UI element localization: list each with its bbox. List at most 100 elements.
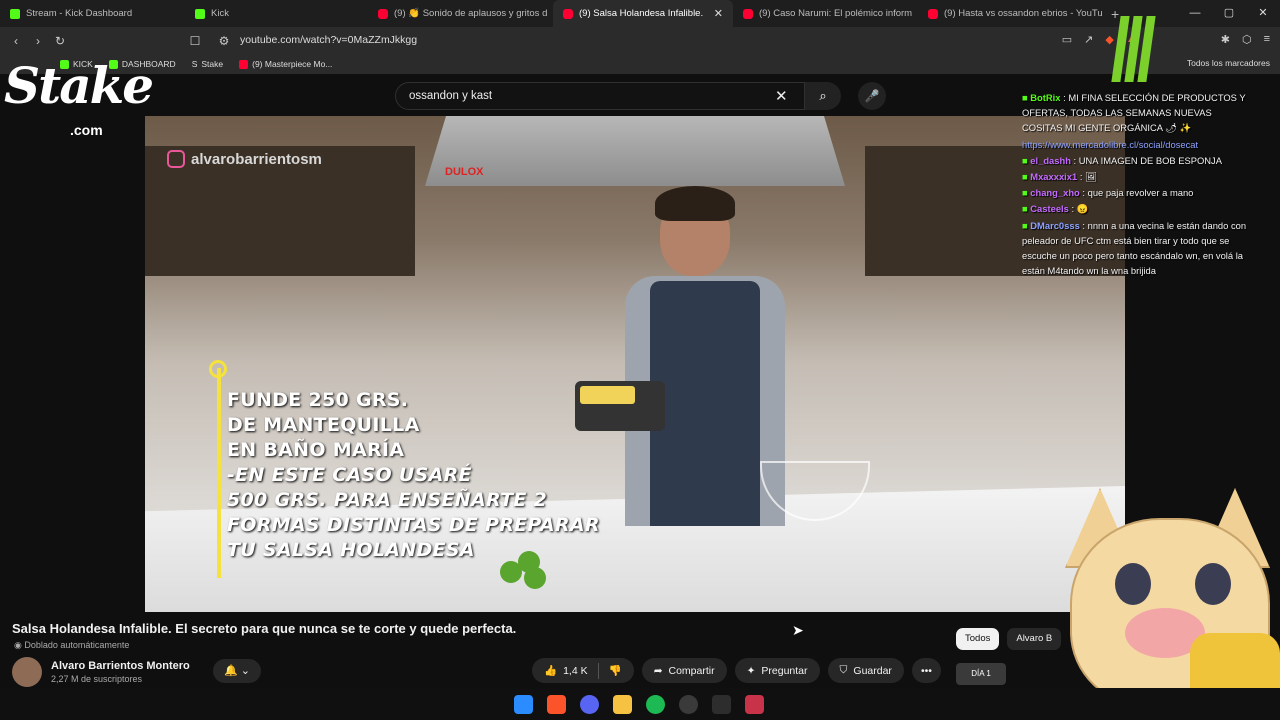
emote-icon: 🖼 — [1085, 171, 1097, 183]
share-button[interactable]: ➦ Compartir — [641, 658, 727, 683]
tab-kick[interactable]: Kick — [185, 0, 368, 27]
back-icon[interactable]: ‹ — [5, 34, 27, 48]
share-icon[interactable]: ↗ — [1084, 33, 1093, 46]
minimize-icon[interactable]: — — [1178, 0, 1212, 27]
chat-message: ■ DMarc0sss : nnnn a una vecina le están… — [1022, 218, 1250, 279]
search-input[interactable]: ossandon y kast — [395, 82, 805, 110]
tab-title: Stream - Kick Dashboard — [26, 8, 133, 19]
youtube-icon — [239, 59, 249, 69]
subscriber-count: 2,27 M de suscriptores — [51, 674, 143, 684]
forward-icon[interactable]: › — [27, 34, 49, 48]
channel-name[interactable]: Alvaro Barrientos Montero — [51, 660, 190, 672]
recommended-thumbnail[interactable]: DÍA 1 — [956, 663, 1006, 685]
youtube-icon — [378, 8, 388, 19]
chat-text: : UNA IMAGEN DE BOB ESPONJA — [1073, 154, 1223, 166]
extensions-icon[interactable]: ✱ — [1221, 33, 1230, 46]
kick-icon — [10, 8, 20, 19]
avatar[interactable] — [12, 657, 42, 687]
tab-caso-narumi[interactable]: (9) Caso Narumi: El polémico inform — [733, 0, 918, 27]
search-button[interactable]: ⌕ — [805, 82, 841, 110]
reload-icon[interactable]: ↻ — [49, 34, 71, 48]
tab-kick-dashboard[interactable]: Stream - Kick Dashboard — [0, 0, 185, 27]
tab-aplausos[interactable]: (9) 👏 Sonido de aplausos y gritos d — [368, 0, 553, 27]
tab-title: Kick — [211, 8, 229, 19]
tab-title: (9) 👏 Sonido de aplausos y gritos d — [394, 8, 548, 19]
obs-icon[interactable] — [679, 695, 698, 714]
more-actions-button[interactable]: ••• — [911, 658, 941, 683]
address-bar-icons: ▭ ↗ ◆ ▲ ✱ ⬡ ≡ — [1062, 33, 1270, 46]
notification-bell-button[interactable]: 🔔 ⌄ — [213, 659, 261, 683]
chat-username: BotRix — [1030, 92, 1061, 103]
share-label: Compartir — [668, 664, 715, 677]
bookmark-save-icon: ⛉ — [839, 664, 848, 676]
range-hood — [425, 116, 845, 186]
filter-chip-todos[interactable]: Todos — [956, 628, 1000, 650]
browser-tab-bar: Stream - Kick Dashboard Kick (9) 👏 Sonid… — [0, 0, 1280, 27]
windows-start-icon[interactable] — [514, 695, 533, 714]
all-bookmarks[interactable]: Todos los marcadores — [1187, 58, 1270, 68]
ask-label: Preguntar — [761, 664, 808, 677]
voice-search-button[interactable]: 🎤 — [858, 82, 886, 110]
close-icon[interactable]: ✕ — [714, 7, 723, 20]
chat-username: DMarc0sss — [1030, 219, 1080, 231]
caption-marker-line — [217, 368, 221, 578]
emote-icon: 😠 — [1076, 203, 1089, 215]
tab-title: (9) Salsa Holandesa Infalible. — [579, 8, 704, 19]
youtube-icon — [743, 8, 753, 19]
video-player[interactable]: DULOX alvarobarrientosm FUNDE 250 GRS. D… — [145, 116, 1125, 612]
file-explorer-icon[interactable] — [613, 695, 632, 714]
ask-button[interactable]: ✦ Preguntar — [734, 658, 820, 683]
cat-avatar-overlay — [1050, 488, 1280, 720]
chat-message: ■ Mxaxxxix1 : 🖼 — [1022, 169, 1250, 184]
site-info-icon[interactable]: ⚙ — [213, 34, 235, 48]
search-value: ossandon y kast — [409, 90, 493, 102]
thumbnail-label: DÍA 1 — [971, 669, 991, 678]
windows-taskbar — [0, 688, 1280, 720]
youtube-icon — [928, 8, 938, 19]
sparkle-icon: ✦ — [746, 664, 756, 677]
share-arrow-icon: ➦ — [653, 664, 663, 677]
menu-icon[interactable]: ≡ — [1264, 33, 1270, 46]
caption-line: -EN ESTE CASO USARÉ — [227, 464, 472, 486]
vpn-icon[interactable]: ⬡ — [1242, 33, 1252, 46]
search-icon: ⌕ — [819, 88, 827, 103]
spotify-icon[interactable] — [646, 695, 665, 714]
bell-icon: 🔔 — [224, 665, 238, 677]
bookmark-masterpiece[interactable]: (9) Masterpiece Mo... — [239, 59, 332, 69]
cast-icon[interactable]: ▭ — [1062, 33, 1072, 46]
address-bar: ‹ › ↻ ☐ ⚙ youtube.com/watch?v=0MaZZmJkkg… — [0, 27, 1280, 54]
chat-message: ■ el_dashh : UNA IMAGEN DE BOB ESPONJA — [1022, 153, 1250, 168]
thumbs-up-icon: 👍 — [544, 665, 558, 677]
video-title: Salsa Holandesa Infalible. El secreto pa… — [12, 621, 517, 636]
clear-search-icon[interactable]: ✕ — [775, 87, 788, 105]
url-field[interactable]: youtube.com/watch?v=0MaZZmJkkgg — [240, 34, 417, 46]
divider — [597, 662, 599, 679]
video-caption: FUNDE 250 GRS. DE MANTEQUILLA EN BAÑO MA… — [227, 388, 600, 563]
dub-label-text: Doblado automáticamente — [24, 640, 130, 650]
kick-icon — [195, 8, 205, 19]
bookmark-stake[interactable]: S Stake — [192, 59, 223, 69]
thumbs-down-icon[interactable]: 👎 — [609, 664, 622, 677]
maximize-icon[interactable]: ▢ — [1212, 0, 1246, 27]
save-button[interactable]: ⛉ Guardar — [827, 658, 904, 683]
like-count: 1,4 K — [563, 664, 588, 677]
chat-message: ■ Casteels : 😠 — [1022, 201, 1250, 216]
discord-icon[interactable] — [580, 695, 599, 714]
tab-hasta-ossandon[interactable]: (9) Hasta vs ossandon ebrios - YouTu — [918, 0, 1103, 27]
chat-username: Casteels — [1030, 203, 1069, 215]
bookmark-icon[interactable]: ☐ — [184, 34, 206, 48]
tab-salsa-holandesa[interactable]: (9) Salsa Holandesa Infalible. ✕ — [553, 0, 733, 27]
bookmark-label: (9) Masterpiece Mo... — [252, 59, 333, 69]
dub-icon: ◉ — [14, 640, 25, 650]
close-window-icon[interactable]: ✕ — [1246, 0, 1280, 27]
window-controls: — ▢ ✕ — [1178, 0, 1280, 27]
brave-browser-icon[interactable] — [547, 695, 566, 714]
like-button[interactable]: 👍 1,4 K 👎 — [532, 658, 634, 683]
chat-text: : — [1079, 171, 1083, 183]
mouse-cursor-icon: ➤ — [792, 622, 804, 638]
caption-line: FORMAS DISTINTAS DE PREPARAR — [227, 514, 600, 536]
cat-eye — [1195, 563, 1231, 605]
streaming-app-icon[interactable] — [745, 695, 764, 714]
more-icon: ••• — [920, 664, 932, 677]
app-icon[interactable] — [712, 695, 731, 714]
